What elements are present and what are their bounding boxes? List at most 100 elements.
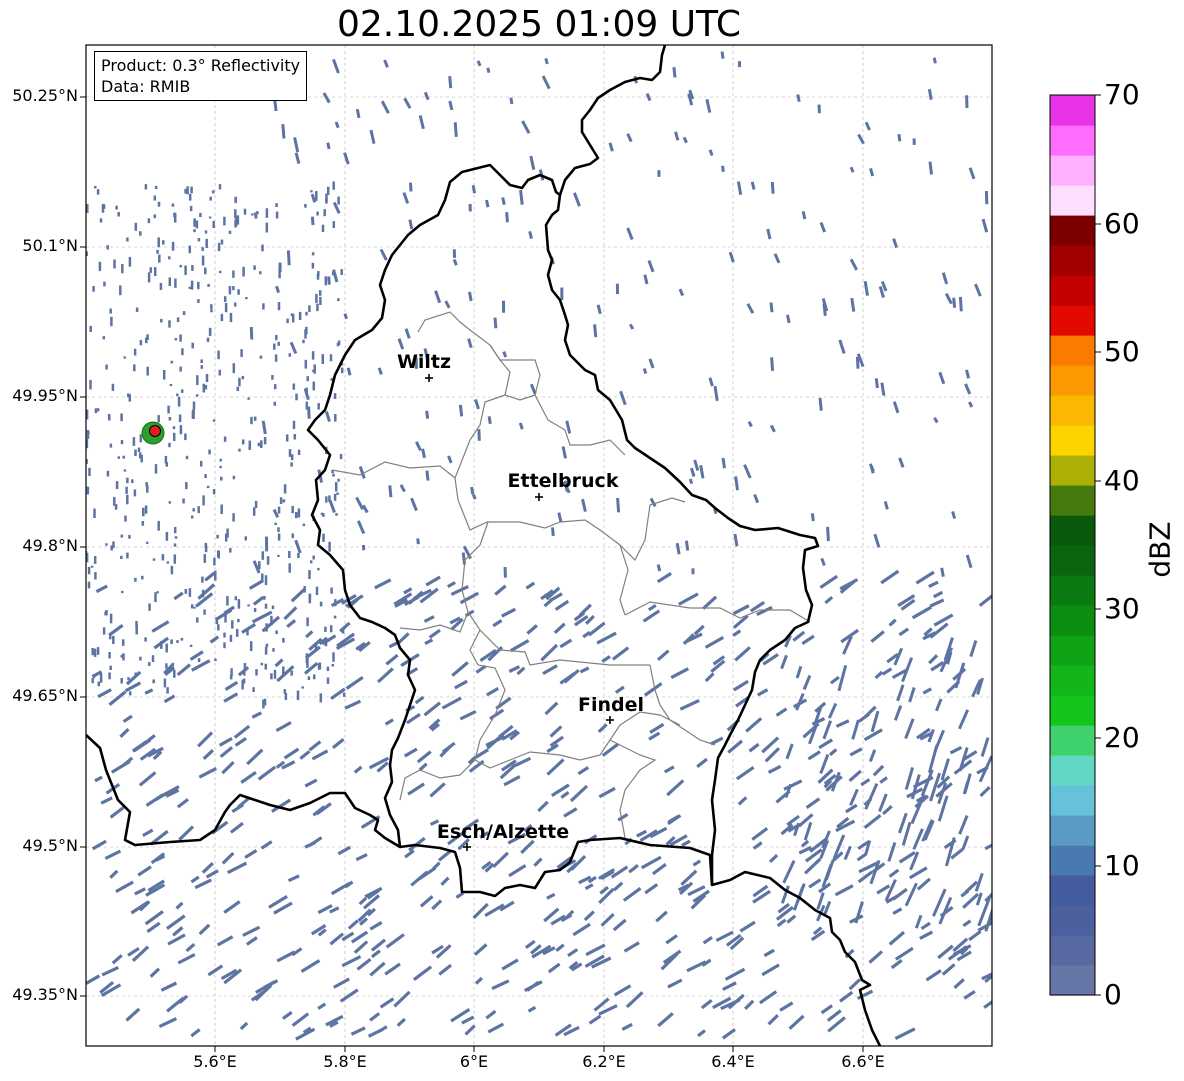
echo-dash xyxy=(475,664,487,674)
echo-dash xyxy=(487,1022,505,1034)
echo-dash xyxy=(938,371,946,385)
echo-dash xyxy=(744,999,755,1010)
echo-dash xyxy=(879,776,888,784)
echo-dash xyxy=(221,851,235,865)
echo-dash xyxy=(674,131,680,141)
echo-dash xyxy=(229,821,244,834)
echo-dash xyxy=(856,852,867,862)
lon-label: 6.4°E xyxy=(711,1052,755,1071)
echo-dash xyxy=(330,687,346,701)
lon-ticks xyxy=(214,1046,864,1052)
echo-dash xyxy=(649,722,665,734)
echo-dash xyxy=(569,784,589,803)
echo-dash xyxy=(874,670,884,680)
echo-dash xyxy=(984,843,992,851)
echo-dash xyxy=(666,779,685,797)
echo-dash xyxy=(584,883,594,891)
echo-dash xyxy=(529,383,537,395)
echo-dash xyxy=(544,58,549,65)
colorbar-segment xyxy=(1050,395,1095,426)
echo-dash xyxy=(775,707,788,717)
colorbar-segment xyxy=(1050,635,1095,666)
echo-dash xyxy=(601,742,619,757)
echo-dash xyxy=(792,630,806,642)
echo-dash xyxy=(922,687,932,695)
echo-dash xyxy=(240,770,257,784)
echo-dash xyxy=(626,133,633,143)
echo-dash xyxy=(878,285,885,299)
echo-dash xyxy=(678,288,685,297)
echo-dash xyxy=(541,75,551,90)
echo-dash xyxy=(756,688,769,697)
echo-dash xyxy=(281,123,286,139)
echo-dash xyxy=(546,892,556,900)
echo-dash xyxy=(542,664,558,675)
echo-dash xyxy=(355,496,365,511)
colorbar-segment xyxy=(1050,725,1095,756)
echo-dash xyxy=(146,921,161,934)
echo-dash xyxy=(958,709,970,730)
echo-dash xyxy=(597,723,608,734)
echo-dash xyxy=(252,595,265,606)
echo-dash xyxy=(801,210,807,220)
echo-dash xyxy=(796,94,801,102)
echo-dash xyxy=(613,881,624,892)
echo-dash xyxy=(533,857,543,867)
echo-dash xyxy=(962,892,980,909)
colorbar-tick-label: 60 xyxy=(1104,207,1140,240)
echo-dash xyxy=(822,720,833,740)
echo-dash xyxy=(214,608,233,622)
echo-dash xyxy=(601,655,611,663)
echo-dash xyxy=(209,635,220,644)
echo-dash xyxy=(876,884,891,895)
echo-dash xyxy=(715,930,734,942)
echo-dash xyxy=(383,59,389,68)
echo-dash xyxy=(613,984,632,997)
echo-dash xyxy=(878,793,888,813)
echo-dash xyxy=(964,383,972,395)
echo-dash xyxy=(962,781,970,795)
echo-dash xyxy=(444,300,451,309)
echo-dash xyxy=(191,659,211,672)
echo-dash xyxy=(369,921,383,931)
echo-dash xyxy=(501,607,517,618)
echo-dash xyxy=(617,813,629,822)
echo-dash xyxy=(834,884,854,897)
echo-dash xyxy=(502,351,508,358)
echo-dash xyxy=(642,609,661,623)
echo-dash xyxy=(753,493,760,504)
echo-dash xyxy=(801,634,815,646)
echo-dash xyxy=(944,292,953,305)
echo-dash xyxy=(941,963,956,976)
lon-label: 5.6°E xyxy=(193,1052,237,1071)
echo-dash xyxy=(912,828,924,850)
echo-dash xyxy=(881,667,893,676)
echo-dash xyxy=(249,327,254,340)
echo-dash xyxy=(441,741,456,754)
echo-dash xyxy=(647,259,655,273)
echo-dash xyxy=(410,497,418,512)
echo-dash xyxy=(803,821,813,841)
echo-dash xyxy=(838,339,846,354)
echo-dash xyxy=(933,417,939,424)
echo-dash xyxy=(122,714,133,723)
echo-dash xyxy=(412,965,433,981)
echo-dash xyxy=(494,584,507,596)
echo-dash xyxy=(870,630,885,643)
echo-dash xyxy=(201,862,214,874)
echo-dash xyxy=(610,865,629,879)
echo-dash xyxy=(980,737,990,757)
echo-dash xyxy=(557,512,563,522)
echo-dash xyxy=(826,526,830,542)
echo-dash xyxy=(393,990,411,1008)
echo-dash xyxy=(625,991,644,1009)
echo-dash xyxy=(929,598,945,608)
echo-dash xyxy=(287,874,300,883)
echo-dash xyxy=(166,914,186,930)
echo-dash xyxy=(849,166,855,173)
echo-dash xyxy=(739,920,756,933)
echo-dash xyxy=(898,627,910,637)
echo-dash xyxy=(501,958,519,971)
echo-dash xyxy=(864,783,879,810)
echo-dash xyxy=(968,930,982,942)
